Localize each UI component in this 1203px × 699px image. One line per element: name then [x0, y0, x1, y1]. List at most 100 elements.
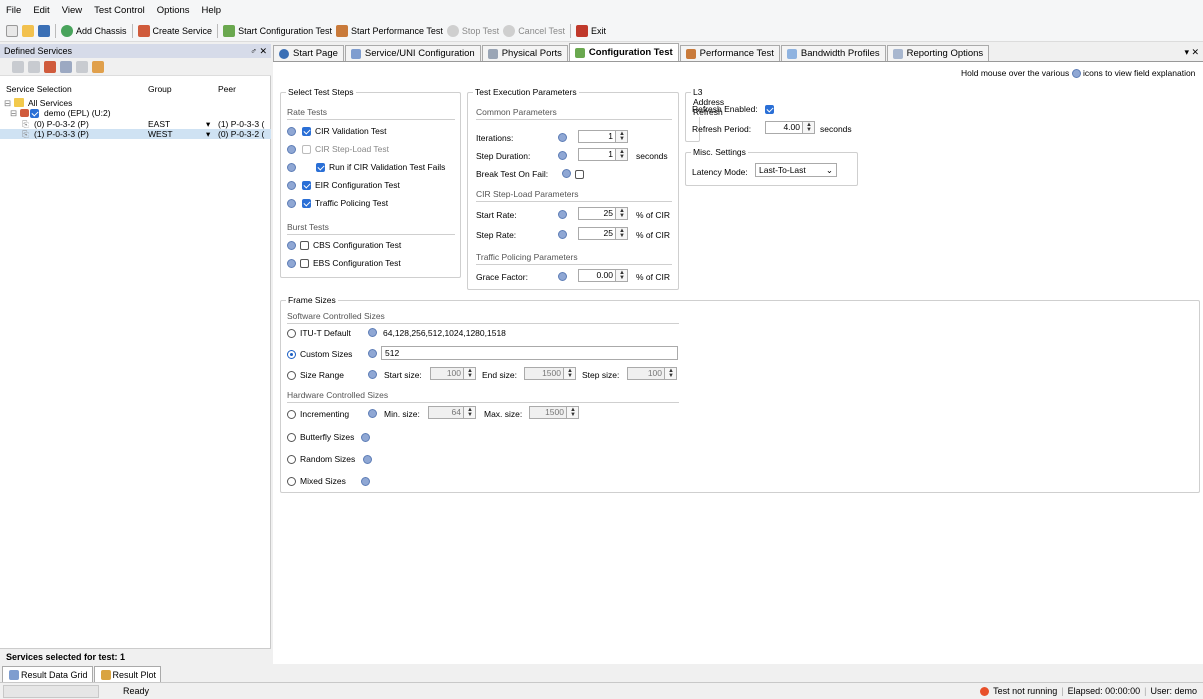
spinner-arrows-icon[interactable]: ▲ ▼ [570, 407, 576, 418]
custom-sizes-radio[interactable] [287, 349, 296, 359]
col-peer[interactable]: Peer [218, 84, 236, 94]
size-range-radio[interactable] [287, 370, 296, 380]
expand-icon[interactable]: ⊟ [10, 108, 17, 119]
checkbox-label[interactable]: Run if CIR Validation Test Fails [329, 162, 445, 172]
radio-label[interactable]: Custom Sizes [300, 349, 352, 359]
itu-default-radio[interactable] [287, 328, 296, 338]
add-service-icon[interactable] [44, 60, 56, 73]
tab-service-uni-config[interactable]: Service/UNI Configuration [344, 45, 481, 61]
start-size-spinner[interactable]: 100 ▲ ▼ [430, 367, 476, 380]
menu-options[interactable]: Options [157, 5, 190, 16]
menu-edit[interactable]: Edit [33, 5, 49, 16]
tab-reporting-options[interactable]: Reporting Options [886, 45, 990, 61]
radio-label[interactable]: Butterfly Sizes [300, 432, 354, 442]
hint-text: Hold mouse over the various [961, 68, 1070, 78]
radio-label[interactable]: Incrementing [300, 409, 349, 419]
checkbox-label[interactable]: CBS Configuration Test [313, 240, 401, 250]
start-rate-spinner[interactable]: 25 ▲ ▼ [578, 207, 628, 220]
tree-node-all-services[interactable]: ⊟ All Services [0, 98, 271, 108]
save-icon[interactable] [38, 24, 50, 37]
menu-file[interactable]: File [6, 5, 21, 16]
spinner-arrows-icon[interactable]: ▲ ▼ [567, 368, 573, 379]
tree-node-port[interactable]: ⎘ (0) P-0-3-2 (P) EAST ▾ (1) P-0-3-3 ( [0, 119, 271, 129]
policing-checkbox[interactable] [302, 198, 311, 208]
radio-label[interactable]: Random Sizes [300, 454, 355, 464]
latency-mode-select[interactable]: Last-To-Last ⌄ [755, 163, 837, 177]
menu-view[interactable]: View [62, 5, 82, 16]
cir-validation-checkbox[interactable] [302, 126, 311, 136]
cbs-checkbox[interactable] [300, 240, 309, 250]
radio-label[interactable]: Size Range [300, 370, 344, 380]
step-duration-spinner[interactable]: 1 ▲ ▼ [578, 148, 628, 161]
tree-node-demo[interactable]: ⊟ demo (EPL) (U:2) [0, 108, 271, 119]
col-service-selection[interactable]: Service Selection [6, 84, 72, 94]
iterations-spinner[interactable]: 1 ▲ ▼ [578, 130, 628, 143]
exit-button[interactable]: Exit [574, 24, 606, 37]
peer-dropdown-icon[interactable]: ▾ [206, 129, 210, 140]
col-group[interactable]: Group [148, 84, 172, 94]
menu-help[interactable]: Help [202, 5, 222, 16]
spinner-arrows-icon[interactable]: ▲ ▼ [619, 270, 625, 281]
spinner-arrows-icon[interactable]: ▲ ▼ [668, 368, 674, 379]
max-size-spinner[interactable]: 1500 ▲ ▼ [529, 406, 579, 419]
service-checkbox[interactable] [30, 109, 39, 119]
remove-service-icon[interactable] [60, 60, 72, 73]
break-on-fail-checkbox[interactable] [575, 170, 584, 180]
tab-start-page[interactable]: Start Page [273, 45, 344, 61]
cir-step-load-checkbox[interactable] [302, 144, 311, 154]
create-service-button[interactable]: Create Service [136, 24, 212, 37]
step-size-spinner[interactable]: 100 ▲ ▼ [627, 367, 677, 380]
incrementing-radio[interactable] [287, 409, 296, 419]
spinner-arrows-icon[interactable]: ▲ ▼ [467, 407, 473, 418]
stop-test-button[interactable]: Stop Test [445, 24, 499, 37]
spinner-arrows-icon[interactable]: ▲ ▼ [619, 208, 625, 219]
ebs-checkbox[interactable] [300, 258, 309, 268]
radio-label[interactable]: ITU-T Default [300, 328, 351, 338]
spinner-arrows-icon[interactable]: ▲ ▼ [619, 131, 625, 142]
checkbox-label[interactable]: EBS Configuration Test [313, 258, 401, 268]
spinner-arrows-icon[interactable]: ▲ ▼ [619, 149, 625, 160]
tab-result-data-grid[interactable]: Result Data Grid [2, 666, 93, 682]
start-perf-test-button[interactable]: Start Performance Test [334, 24, 443, 37]
refresh-period-spinner[interactable]: 4.00 ▲ ▼ [765, 121, 815, 134]
spinner-arrows-icon[interactable]: ▲ ▼ [619, 228, 625, 239]
tabs-close-icon[interactable]: ▾ ✕ [1184, 47, 1199, 58]
eir-checkbox[interactable] [302, 180, 311, 190]
min-size-spinner[interactable]: 64 ▲ ▼ [428, 406, 476, 419]
checkbox-label[interactable]: Traffic Policing Test [315, 198, 388, 208]
checkbox-label[interactable]: CIR Validation Test [315, 126, 387, 136]
port-icon[interactable] [76, 60, 88, 73]
port-edit-icon[interactable] [92, 60, 104, 73]
tab-result-plot[interactable]: Result Plot [93, 666, 162, 682]
tab-performance-test[interactable]: Performance Test [679, 45, 780, 61]
tab-physical-ports[interactable]: Physical Ports [481, 45, 568, 61]
tab-configuration-test[interactable]: Configuration Test [568, 43, 679, 61]
service-tool-icon[interactable] [12, 60, 24, 73]
spinner-arrows-icon[interactable]: ▲ ▼ [806, 122, 812, 133]
grace-factor-spinner[interactable]: 0.00 ▲ ▼ [578, 269, 628, 282]
service-tool-icon[interactable] [28, 60, 40, 73]
open-folder-icon[interactable] [22, 24, 34, 37]
random-radio[interactable] [287, 454, 296, 464]
new-file-icon[interactable] [6, 24, 18, 37]
pin-close-icon[interactable]: ♂ ✕ [250, 46, 267, 57]
checkbox-label[interactable]: EIR Configuration Test [315, 180, 400, 190]
cancel-test-button[interactable]: Cancel Test [501, 24, 565, 37]
spinner-arrows-icon[interactable]: ▲ ▼ [467, 368, 473, 379]
menu-test-control[interactable]: Test Control [94, 5, 145, 16]
custom-sizes-input[interactable]: 512 [381, 346, 678, 360]
end-size-spinner[interactable]: 1500 ▲ ▼ [524, 367, 576, 380]
port-peer[interactable]: (0) P-0-3-2 ( [218, 129, 264, 139]
butterfly-radio[interactable] [287, 432, 296, 442]
checkbox-label[interactable]: CIR Step-Load Test [315, 144, 389, 154]
run-if-fails-checkbox[interactable] [316, 162, 325, 172]
mixed-radio[interactable] [287, 476, 296, 486]
tab-bandwidth-profiles[interactable]: Bandwidth Profiles [780, 45, 886, 61]
add-chassis-button[interactable]: Add Chassis [59, 24, 127, 37]
start-config-test-button[interactable]: Start Configuration Test [221, 24, 332, 37]
refresh-enabled-checkbox[interactable] [765, 105, 774, 115]
port-peer[interactable]: (1) P-0-3-3 ( [218, 119, 264, 129]
tree-node-port[interactable]: ⎘ (1) P-0-3-3 (P) WEST ▾ (0) P-0-3-2 ( [0, 129, 271, 139]
step-rate-spinner[interactable]: 25 ▲ ▼ [578, 227, 628, 240]
radio-label[interactable]: Mixed Sizes [300, 476, 346, 486]
